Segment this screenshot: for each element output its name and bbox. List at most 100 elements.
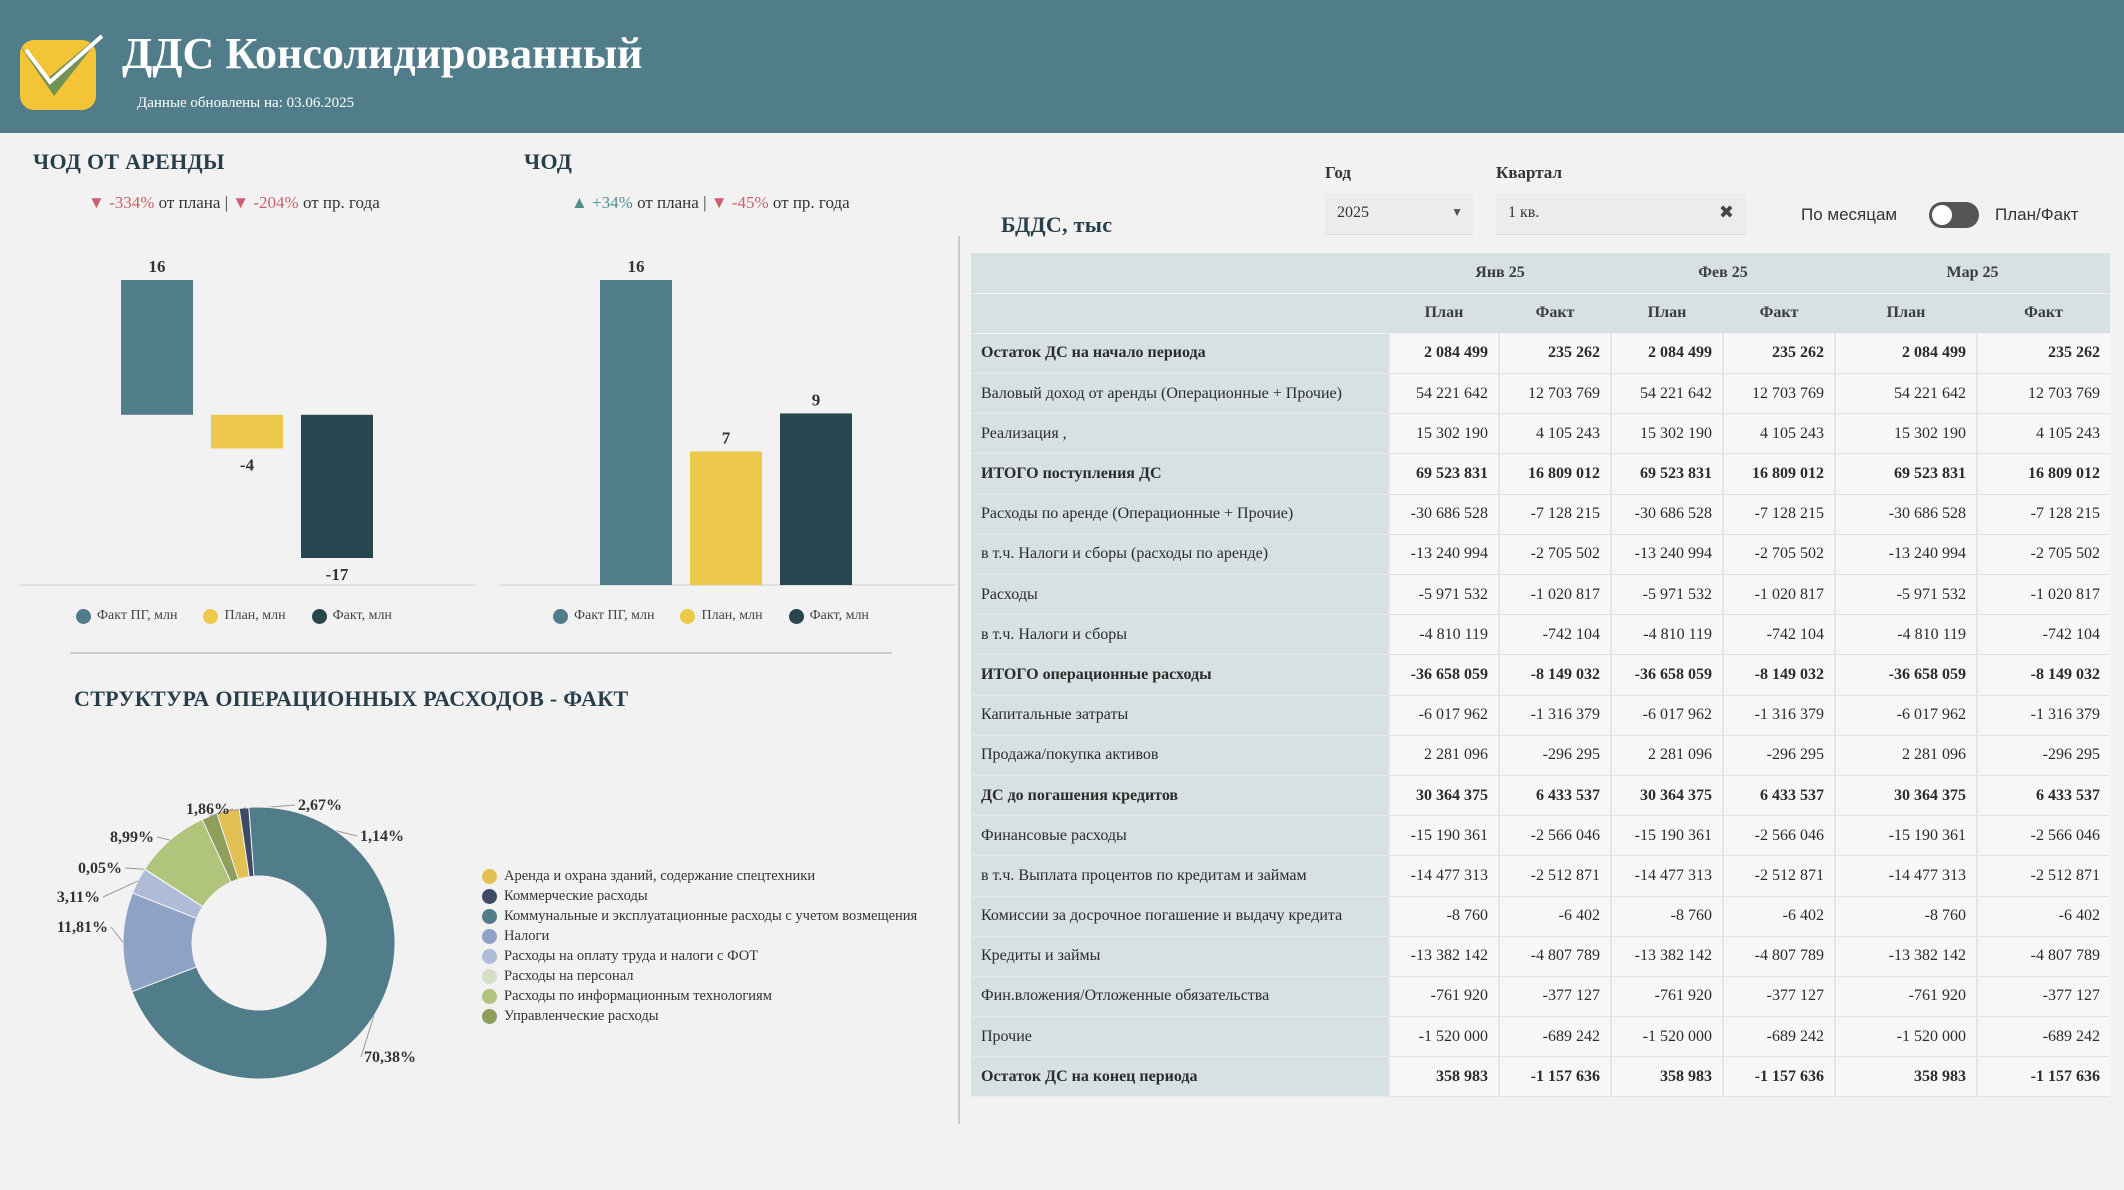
legend-swatch <box>482 988 497 1004</box>
updated-date: 03.06.2025 <box>286 95 355 111</box>
table-cell: -8 149 032 <box>1976 654 2110 696</box>
legend-item: Налоги <box>482 926 917 946</box>
row-label: ИТОГО операционные расходы <box>971 654 1389 696</box>
table-cell: 2 281 096 <box>1834 735 1977 776</box>
table-row: в т.ч. Налоги и сборы -4 810 119 -742 104-… <box>971 614 2110 656</box>
table-cell: -2 566 046 <box>1722 815 1835 857</box>
table-cell: -742 104 <box>1722 614 1835 656</box>
kpi1-py-text: от пр. года <box>302 193 380 212</box>
row-label: Комиссии за досрочное погашение и выдачу… <box>971 896 1389 937</box>
kpi1-plan-text: от плана <box>158 193 221 212</box>
table-cell: -5 971 532 <box>1834 574 1977 616</box>
chart-rent-net-income: 16 -4 -17 <box>20 257 475 586</box>
kpi1-py-delta: -204% <box>253 193 299 212</box>
table-row: Остаток ДС на начало периода 2 084 499 235… <box>971 333 2110 375</box>
quarter-select[interactable]: 1 кв. ✖ <box>1496 193 1746 235</box>
quarter-value: 1 кв. <box>1508 204 1540 221</box>
table-cell: -2 566 046 <box>1976 815 2110 857</box>
month-header: Фев 25 <box>1611 253 1835 294</box>
table-cell: -36 658 059 <box>1834 654 1977 696</box>
legend-item: Управленческие расходы <box>482 1006 917 1026</box>
table-row: Расходы по аренде (Операционные + Прочие… <box>971 494 2110 535</box>
table-row: в т.ч. Налоги и сборы (расходы по аренде… <box>971 534 2110 576</box>
quarter-label: Квартал <box>1496 163 1562 182</box>
table-cell: -2 512 871 <box>1498 855 1611 897</box>
table-cell: 2 084 499 <box>1388 333 1499 375</box>
chart-opex-structure: 2,67% 1,14% 70,38% 11,81% 3,11% 0,05% 8,99% 1,8… <box>57 797 416 1080</box>
row-label: в т.ч. Налоги и сборы (расходы по аренде… <box>971 534 1389 576</box>
table-cell: 4 105 243 <box>1498 413 1611 455</box>
table-row: ДС до погашения кредитов 30 364 375 6 433 … <box>971 775 2110 817</box>
table-title: БДДС, тыс <box>1001 212 1113 237</box>
table-cell: 235 262 <box>1498 333 1611 375</box>
table-cell: 54 221 642 <box>1834 373 1977 415</box>
table-row: Комиссии за досрочное погашение и выдачу… <box>971 896 2110 937</box>
legend-item-fact-py: Факт ПГ, млн <box>553 608 654 624</box>
table-cell: -6 402 <box>1722 896 1835 937</box>
table-cell: -2 512 871 <box>1722 855 1835 897</box>
subheader-plan: План <box>1611 293 1723 334</box>
table-row: Валовый доход от аренды (Операционные + … <box>971 373 2110 415</box>
bar-value-label: 7 <box>722 429 731 448</box>
bar-value-label: 16 <box>149 257 166 276</box>
row-label: Расходы по аренде (Операционные + Прочие… <box>971 494 1389 535</box>
pie-value-label: 8,99% <box>110 829 154 846</box>
table-cell: -1 520 000 <box>1388 1016 1499 1058</box>
table-subheader-row: План Факт План Факт План Факт <box>971 293 2110 334</box>
kpi2-title: ЧОД <box>524 149 573 174</box>
table-cell: -6 017 962 <box>1834 695 1977 736</box>
chevron-down-icon[interactable]: ▼ <box>1451 205 1463 220</box>
row-label: Остаток ДС на начало периода <box>971 333 1389 375</box>
legend-swatch <box>482 928 497 944</box>
legend-label: Управленческие расходы <box>504 1008 659 1024</box>
table-cell: -8 760 <box>1388 896 1499 937</box>
table-cell: -4 807 789 <box>1722 936 1835 977</box>
table-cell: -4 810 119 <box>1610 614 1723 656</box>
toggle-knob[interactable] <box>1932 205 1952 225</box>
table-cell: 12 703 769 <box>1498 373 1611 415</box>
bar <box>121 280 193 415</box>
down-triangle-icon: ▼ <box>710 193 728 212</box>
table-cell: 6 433 537 <box>1722 775 1835 817</box>
table-cell: -761 920 <box>1388 976 1499 1018</box>
table-cell: -36 658 059 <box>1388 654 1499 696</box>
kpi2-py-text: от пр. года <box>772 193 850 212</box>
subheader-fact: Факт <box>1977 293 2110 334</box>
table-cell: -14 477 313 <box>1388 855 1499 897</box>
page-title: ДДС Консолидированный <box>122 29 643 78</box>
table-cell: -1 520 000 <box>1834 1016 1977 1058</box>
table-cell: -6 402 <box>1498 896 1611 937</box>
table-row: Кредиты и займы -13 382 142 -4 807 789 -13 … <box>971 936 2110 977</box>
table-cell: -13 382 142 <box>1610 936 1723 977</box>
view-toggle[interactable] <box>1929 202 1979 228</box>
pie-value-label: 3,11% <box>57 889 100 906</box>
table-row: Прочие -1 520 000 -689 242 -1 520 000 -689 2… <box>971 1016 2110 1058</box>
row-label: Остаток ДС на конец периода <box>971 1056 1389 1098</box>
table-cell: -689 242 <box>1498 1016 1611 1058</box>
kpi1-sep: | <box>224 193 229 212</box>
year-select[interactable]: 2025 ▼ <box>1325 193 1473 235</box>
clear-icon[interactable]: ✖ <box>1719 202 1734 223</box>
table-cell: -377 127 <box>1722 976 1835 1018</box>
chart-net-income: 1679 <box>500 257 955 586</box>
table-cell: 16 809 012 <box>1722 453 1835 495</box>
table-cell: 4 105 243 <box>1976 413 2110 455</box>
table-cell: -4 807 789 <box>1976 936 2110 977</box>
table-cell: -13 382 142 <box>1834 936 1977 977</box>
table-cell: 15 302 190 <box>1834 413 1977 455</box>
updated-info: Данные обновлены на: 03.06.2025 <box>137 95 354 112</box>
table-cell: 2 281 096 <box>1610 735 1723 776</box>
row-label: Расходы <box>971 574 1389 616</box>
down-triangle-icon: ▼ <box>232 193 250 212</box>
bar <box>780 413 852 585</box>
table-row: в т.ч. Выплата процентов по кредитам и з… <box>971 855 2110 897</box>
kpi1-plan-delta: -334% <box>109 193 155 212</box>
table-cell: -13 382 142 <box>1388 936 1499 977</box>
logo-icon <box>20 30 106 110</box>
header-bar: ДДС Консолидированный Данные обновлены н… <box>0 0 2124 133</box>
table-cell: 54 221 642 <box>1388 373 1499 415</box>
subheader-fact: Факт <box>1499 293 1611 334</box>
legend-label: Расходы на персонал <box>504 968 634 984</box>
bar-value-label: 16 <box>628 257 645 276</box>
row-label: ДС до погашения кредитов <box>971 775 1389 817</box>
